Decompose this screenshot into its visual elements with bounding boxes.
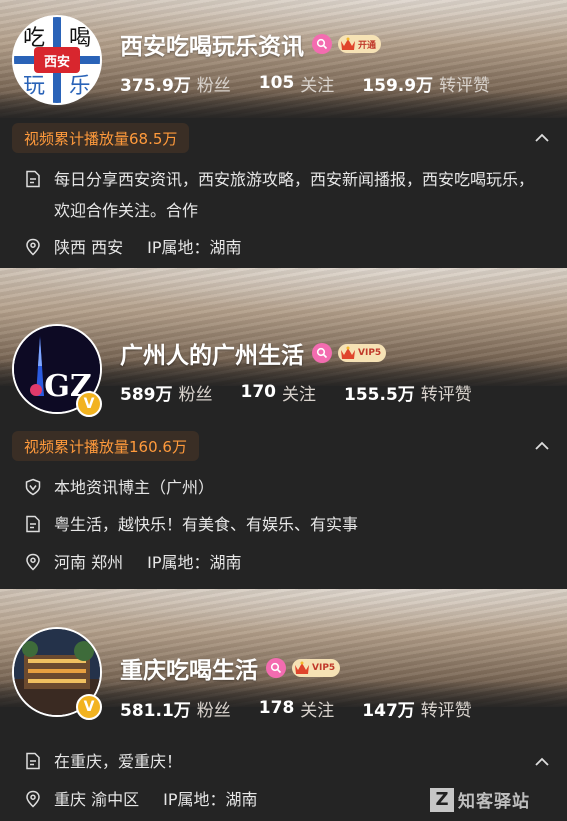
fans-count[interactable]: 581.1万	[120, 696, 191, 721]
watermark: Z 知客驿站	[430, 787, 530, 812]
vip-label: VIP5	[358, 348, 382, 358]
search-badge-icon[interactable]	[266, 658, 286, 678]
stats-row: 589万 粉丝 170 关注 155.5万 转评赞	[120, 379, 500, 405]
account-name[interactable]: 重庆吃喝生活	[120, 651, 258, 685]
crown-icon	[341, 37, 355, 50]
bio-row: 每日分享西安资讯，西安旅游攻略，西安新闻播报，西安吃喝玩乐，欢迎合作关注。合作	[24, 164, 544, 226]
vip-label: 开通	[358, 40, 377, 51]
likes-count: 159.9万	[362, 75, 434, 96]
watermark-logo-icon: Z	[430, 787, 454, 812]
likes-label: 转评赞	[420, 700, 472, 721]
certification-row: 本地资讯博主（广州）	[24, 472, 544, 503]
bio-text: 在重庆，爱重庆！	[54, 752, 183, 771]
following-count[interactable]: 178	[259, 698, 295, 718]
shield-v-icon	[25, 478, 41, 496]
location-pin-icon	[26, 790, 40, 808]
search-badge-icon[interactable]	[312, 34, 332, 54]
svg-text:吃: 吃	[23, 26, 45, 51]
ip-location: IP属地：湖南	[163, 790, 258, 809]
likes-label: 转评赞	[439, 75, 491, 96]
play-count-pill: 视频累计播放量160.6万	[12, 431, 199, 461]
name-row: 西安吃喝玩乐资讯 开通	[120, 27, 382, 61]
vip-badge[interactable]: VIP5	[338, 344, 387, 362]
location-pin-icon	[26, 238, 40, 256]
fans-label: 粉丝	[196, 700, 231, 721]
fans-label: 粉丝	[196, 75, 231, 96]
v-badge-icon: V	[76, 694, 102, 720]
vip-badge[interactable]: 开通	[338, 35, 382, 53]
svg-text:喝: 喝	[69, 26, 91, 51]
location-text: 陕西 西安	[54, 238, 124, 257]
account-card-xian[interactable]: 吃 喝 玩 乐 西安 西安吃喝玩乐资讯 开通 375.9万 粉丝 105 关注 …	[0, 0, 567, 268]
bio-row: 在重庆，爱重庆！	[24, 746, 514, 777]
following-label: 关注	[300, 700, 335, 721]
location-text: 河南 郑州	[54, 553, 124, 572]
location-pin-icon	[26, 553, 40, 571]
vip-badge[interactable]: VIP5	[292, 659, 341, 677]
avatar[interactable]: 吃 喝 玩 乐 西安	[12, 15, 102, 105]
location-row: 陕西 西安 IP属地：湖南	[24, 232, 241, 263]
document-icon	[26, 752, 40, 770]
likes-count: 155.5万	[344, 384, 415, 405]
bio-row: 粤生活，越快乐！有美食、有娱乐、有实事	[24, 509, 544, 540]
ip-location: IP属地：湖南	[147, 238, 242, 257]
watermark-text: 知客驿站	[458, 792, 530, 812]
avatar-image: 吃 喝 玩 乐 西安	[14, 17, 100, 103]
certification-text: 本地资讯博主（广州）	[54, 478, 215, 497]
bio-text: 每日分享西安资讯，西安旅游攻略，西安新闻播报，西安吃喝玩乐，欢迎合作关注。合作	[54, 170, 535, 220]
document-icon	[26, 515, 40, 533]
fans-label: 粉丝	[178, 384, 213, 405]
fans-count[interactable]: 589万	[120, 380, 173, 405]
location-text: 重庆 渝中区	[54, 790, 140, 809]
chevron-up-icon[interactable]	[534, 130, 550, 146]
document-icon	[26, 170, 40, 188]
following-label: 关注	[282, 384, 316, 405]
vip-label: VIP5	[312, 663, 336, 673]
following-label: 关注	[300, 75, 335, 96]
location-row: 重庆 渝中区 IP属地：湖南	[24, 784, 257, 815]
likes-label: 转评赞	[420, 384, 472, 405]
ip-location: IP属地：湖南	[147, 553, 242, 572]
play-count-pill: 视频累计播放量68.5万	[12, 123, 190, 153]
crown-icon	[341, 346, 355, 359]
account-name[interactable]: 广州人的广州生活	[120, 336, 304, 370]
crown-icon	[295, 661, 309, 674]
stats-row: 581.1万 粉丝 178 关注 147万 转评赞	[120, 695, 500, 721]
stats-row: 375.9万 粉丝 105 关注 159.9万 转评赞	[120, 70, 518, 96]
v-badge-icon: V	[76, 391, 102, 417]
svg-text:西安: 西安	[44, 54, 70, 70]
bio-text: 粤生活，越快乐！有美食、有娱乐、有实事	[54, 515, 359, 534]
name-row: 广州人的广州生活 VIP5	[120, 336, 387, 370]
following-count[interactable]: 105	[259, 73, 295, 93]
fans-count[interactable]: 375.9万	[120, 71, 191, 96]
location-row: 河南 郑州 IP属地：湖南	[24, 547, 241, 578]
following-count[interactable]: 170	[241, 382, 277, 402]
chevron-up-icon[interactable]	[534, 754, 550, 770]
chevron-up-icon[interactable]	[534, 438, 550, 454]
likes-count: 147万	[362, 700, 415, 721]
search-badge-icon[interactable]	[312, 343, 332, 363]
name-row: 重庆吃喝生活 VIP5	[120, 651, 341, 685]
account-name[interactable]: 西安吃喝玩乐资讯	[120, 27, 304, 61]
account-card-guangzhou[interactable]: GZ V 广州人的广州生活 VIP5 589万 粉丝 170 关注 155.5万…	[0, 268, 567, 589]
